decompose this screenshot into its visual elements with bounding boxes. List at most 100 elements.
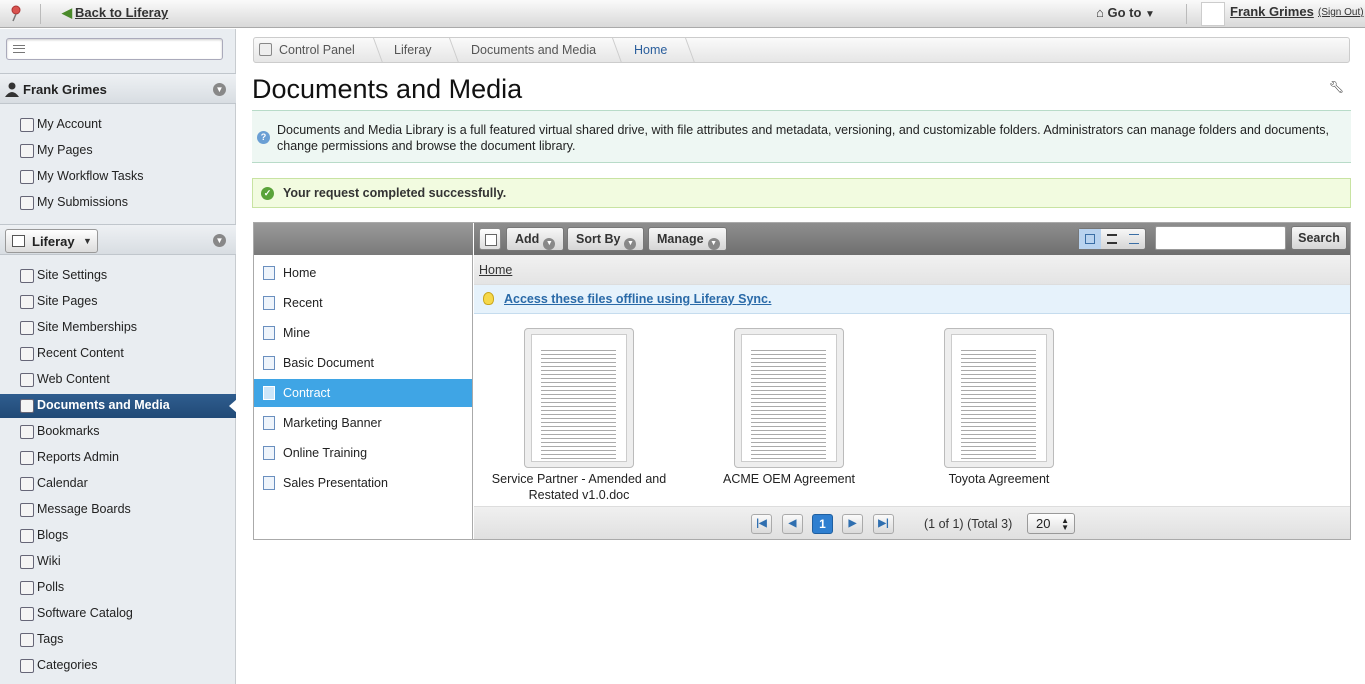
folder-item-label: Sales Presentation (283, 476, 388, 490)
sync-notice: Access these files offline using Liferay… (474, 285, 1350, 314)
search-input[interactable] (1155, 226, 1286, 250)
site-selector-button[interactable]: Liferay ▼ (5, 229, 98, 253)
sidebar-item-my-workflow-tasks[interactable]: My Workflow Tasks (0, 165, 236, 189)
pin-icon[interactable] (9, 4, 23, 22)
avatar[interactable] (1201, 2, 1225, 26)
next-page-button[interactable]: ▶ (842, 514, 863, 534)
sidebar-item-reports-admin[interactable]: Reports Admin (0, 446, 236, 470)
current-page-button[interactable]: 1 (812, 514, 833, 534)
sidebar-item-site-settings[interactable]: Site Settings (0, 264, 236, 288)
list-view-icon (1129, 234, 1139, 244)
breadcrumb-home-link[interactable]: Home (479, 263, 512, 277)
folder-breadcrumb: Home (474, 255, 1350, 285)
sidebar-item-label: Recent Content (37, 346, 124, 360)
collapse-toggle-icon[interactable]: ▼ (213, 234, 226, 247)
sidebar-item-label: Tags (37, 632, 64, 646)
breadcrumb-item-current[interactable]: Home (634, 43, 667, 57)
sidebar-item-recent-content[interactable]: Recent Content (0, 342, 236, 366)
add-button[interactable]: Add ▼ (506, 227, 564, 251)
document-thumbnail[interactable] (524, 328, 634, 468)
workflow-icon (20, 170, 34, 184)
sidebar-item-calendar[interactable]: Calendar (0, 472, 236, 496)
document-preview-image (531, 334, 627, 462)
folder-item-mine[interactable]: Mine (254, 319, 472, 347)
liferay-sync-link[interactable]: Access these files offline using Liferay… (504, 292, 771, 306)
folder-item-recent[interactable]: Recent (254, 289, 472, 317)
manage-button[interactable]: Manage ▼ (648, 227, 727, 251)
select-all-checkbox[interactable] (479, 228, 501, 250)
site-panel-header: Liferay ▼ ▼ (0, 224, 236, 255)
folder-item-marketing-banner[interactable]: Marketing Banner (254, 409, 472, 437)
home-icon: ⌂ (1096, 5, 1104, 20)
sidebar-item-web-content[interactable]: Web Content (0, 368, 236, 392)
tags-icon (20, 633, 34, 647)
folder-item-label: Recent (283, 296, 323, 310)
breadcrumb-item[interactable]: Documents and Media (471, 43, 596, 57)
sidebar-item-site-memberships[interactable]: Site Memberships (0, 316, 236, 340)
sidebar-item-site-pages[interactable]: Site Pages (0, 290, 236, 314)
sidebar-item-my-submissions[interactable]: My Submissions (0, 191, 236, 215)
collapse-toggle-icon[interactable]: ▼ (213, 83, 226, 96)
document-title[interactable]: Service Partner - Amended and Restated v… (474, 471, 684, 503)
sidebar-item-software-catalog[interactable]: Software Catalog (0, 602, 236, 626)
go-to-menu[interactable]: ⌂ Go to ▼ (1096, 5, 1155, 20)
document-entry[interactable]: Toyota Agreement (894, 328, 1104, 508)
sign-out-link[interactable]: (Sign Out) (1318, 7, 1364, 18)
wrench-icon[interactable]: 🔧︎ (1329, 80, 1344, 94)
list-view-button[interactable] (1123, 229, 1145, 249)
sidebar-search-input[interactable] (6, 38, 223, 60)
sidebar-item-documents-and-media[interactable]: Documents and Media (0, 394, 237, 418)
document-thumbnail[interactable] (734, 328, 844, 468)
sidebar-item-label: Software Catalog (37, 606, 133, 620)
sidebar-item-my-account[interactable]: My Account (0, 113, 236, 137)
breadcrumb-separator (440, 38, 459, 62)
breadcrumb-item[interactable]: Liferay (394, 43, 432, 57)
sidebar-item-my-pages[interactable]: My Pages (0, 139, 236, 163)
folder-item-sales-presentation[interactable]: Sales Presentation (254, 469, 472, 497)
sidebar-item-label: Blogs (37, 528, 69, 542)
sidebar-item-blogs[interactable]: Blogs (0, 524, 236, 548)
folder-item-home[interactable]: Home (254, 259, 472, 287)
last-page-button[interactable]: ▶| (873, 514, 894, 534)
pagination: |◀ ◀ 1 ▶ ▶| (1 of 1) (Total 3) 20 ▲ ▼ (474, 506, 1350, 539)
document-thumbnail[interactable] (944, 328, 1054, 468)
documents-portlet: Add ▼ Sort By ▼ Manage ▼ Search Home Recent M… (253, 222, 1351, 540)
user-panel-header[interactable]: Frank Grimes ▼ (0, 73, 236, 104)
folder-item-label: Marketing Banner (283, 416, 382, 430)
items-per-page-select[interactable]: 20 ▲ ▼ (1027, 513, 1075, 534)
folder-toolbar (254, 223, 473, 255)
document-entry[interactable]: Service Partner - Amended and Restated v… (474, 328, 684, 508)
back-link-label: Back to Liferay (75, 5, 169, 20)
user-name-link[interactable]: Frank Grimes (1230, 4, 1314, 19)
search-button[interactable]: Search (1291, 226, 1347, 250)
sidebar-item-categories[interactable]: Categories (0, 654, 236, 678)
sidebar-item-tags[interactable]: Tags (0, 628, 236, 652)
person-icon (263, 326, 275, 340)
sidebar-item-message-boards[interactable]: Message Boards (0, 498, 236, 522)
spinner-arrows-icon: ▲ ▼ (1061, 516, 1069, 532)
sort-by-button[interactable]: Sort By ▼ (567, 227, 644, 251)
previous-page-button[interactable]: ◀ (782, 514, 803, 534)
back-arrow-icon: ◀ (62, 5, 72, 20)
folder-item-contract[interactable]: Contract (254, 379, 472, 407)
sidebar-item-polls[interactable]: Polls (0, 576, 236, 600)
sidebar-item-label: Web Content (37, 372, 110, 386)
categories-icon (20, 659, 34, 673)
sidebar-item-wiki[interactable]: Wiki (0, 550, 236, 574)
submissions-icon (20, 196, 34, 210)
document-entry[interactable]: ACME OEM Agreement (684, 328, 894, 508)
description-text: Documents and Media Library is a full fe… (277, 123, 1329, 153)
folder-navigation: Home Recent Mine Basic Document Contract Mark… (254, 255, 473, 539)
document-title[interactable]: ACME OEM Agreement (684, 471, 894, 487)
check-icon: ✓ (261, 187, 274, 200)
folder-item-basic-document[interactable]: Basic Document (254, 349, 472, 377)
back-to-site-link[interactable]: ◀ Back to Liferay (62, 5, 168, 21)
sidebar-item-label: Message Boards (37, 502, 131, 516)
first-page-button[interactable]: |◀ (751, 514, 772, 534)
document-title[interactable]: Toyota Agreement (894, 471, 1104, 487)
descriptive-view-button[interactable] (1101, 229, 1123, 249)
folder-item-online-training[interactable]: Online Training (254, 439, 472, 467)
breadcrumb-item[interactable]: Control Panel (279, 43, 355, 57)
sidebar-item-bookmarks[interactable]: Bookmarks (0, 420, 236, 444)
icon-view-button[interactable] (1079, 229, 1101, 249)
